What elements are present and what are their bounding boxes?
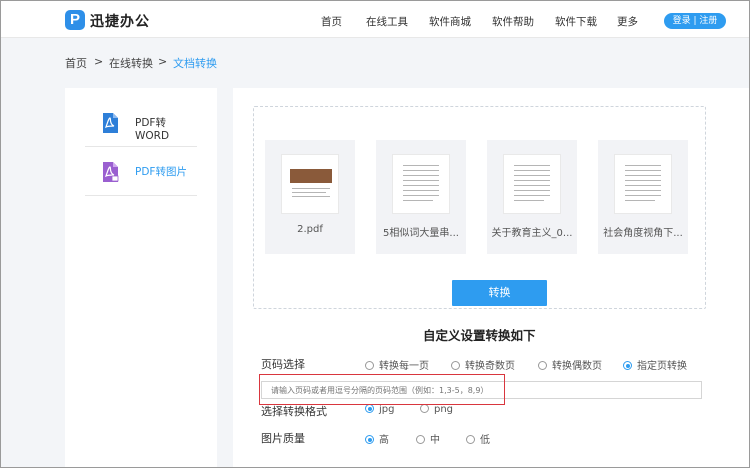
radio-quality-medium[interactable]: 中 [416,431,440,446]
nav-software-store[interactable]: 软件商城 [429,14,471,29]
radio-label: 低 [480,435,490,446]
file-card[interactable]: 5相似词大量串... [376,140,466,254]
convert-button[interactable]: 转换 [452,280,547,306]
page-select-label: 页码选择 [261,358,305,371]
radio-label: 中 [430,435,440,446]
format-label: 选择转换格式 [261,405,327,418]
radio-every-page[interactable]: 转换每一页 [365,357,429,372]
radio-circle [416,435,425,444]
main-panel: 2.pdf 5相似词大量串... 关于教育主义_0... 社会角度视角下... … [233,88,749,468]
quality-label: 图片质量 [261,432,305,445]
file-name: 2.pdf [297,224,323,235]
radio-circle [420,404,429,413]
radio-circle [365,361,374,370]
sidebar-item-label: PDF转图片 [135,166,187,178]
pdf-to-word-icon: W [101,112,119,134]
radio-quality-low[interactable]: 低 [466,431,490,446]
radio-label: jpg [379,404,395,415]
radio-circle [623,361,632,370]
sidebar-item-label: PDF转WORD [135,117,170,142]
nav-software-download[interactable]: 软件下载 [555,14,597,29]
radio-png[interactable]: png [420,404,453,415]
login-register-button[interactable]: 登录 | 注册 [664,13,726,29]
thumbnail-photo [290,169,332,183]
settings-title: 自定义设置转换如下 [423,328,536,343]
breadcrumb-home[interactable]: 首页 [65,55,87,71]
radio-circle [365,435,374,444]
page-range-input[interactable] [261,381,702,399]
file-name: 关于教育主义_0... [491,228,573,239]
breadcrumb-doc-convert: 文档转换 [173,57,217,70]
radio-odd-pages[interactable]: 转换奇数页 [451,357,515,372]
file-card[interactable]: 2.pdf [265,140,355,254]
radio-circle [365,404,374,413]
radio-label: 转换偶数页 [552,361,602,372]
breadcrumb-online-convert[interactable]: 在线转换 [109,55,153,71]
breadcrumb-separator: > [158,55,168,68]
file-card[interactable]: 关于教育主义_0... [487,140,577,254]
radio-label: 转换奇数页 [465,361,515,372]
sidebar: W PDF转WORD PDF转图片 [65,88,217,468]
radio-circle [466,435,475,444]
radio-quality-high[interactable]: 高 [365,431,389,446]
brand-logo-icon[interactable]: P [65,10,85,30]
radio-label: 指定页转换 [637,361,687,372]
radio-jpg[interactable]: jpg [365,404,394,415]
top-header: P 迅捷办公 首页 在线工具 软件商城 软件帮助 软件下载 更多 登录 | 注册 [1,1,749,38]
nav-home[interactable]: 首页 [321,14,342,29]
radio-circle [451,361,460,370]
pdf-to-image-icon [101,161,119,183]
breadcrumb-separator: > [94,55,104,68]
nav-software-help[interactable]: 软件帮助 [492,14,534,29]
file-thumbnail [503,154,561,214]
brand-name[interactable]: 迅捷办公 [90,11,150,31]
file-thumbnail [614,154,672,214]
file-dropzone[interactable]: 2.pdf 5相似词大量串... 关于教育主义_0... 社会角度视角下... … [253,106,706,309]
file-thumbnail [281,154,339,214]
radio-label: 高 [379,435,389,446]
sidebar-item-pdf-to-word[interactable]: W PDF转WORD [85,98,197,147]
file-name: 5相似词大量串... [383,228,459,239]
file-card[interactable]: 社会角度视角下... [598,140,688,254]
radio-circle [538,361,547,370]
radio-specified-pages[interactable]: 指定页转换 [623,357,687,372]
sidebar-item-pdf-to-image[interactable]: PDF转图片 [85,147,197,196]
radio-even-pages[interactable]: 转换偶数页 [538,357,602,372]
nav-more[interactable]: 更多 [617,14,638,29]
svg-text:W: W [112,129,118,134]
file-name: 社会角度视角下... [603,228,683,239]
radio-label: png [434,404,454,415]
nav-online-tools[interactable]: 在线工具 [366,14,408,29]
file-thumbnail [392,154,450,214]
radio-label: 转换每一页 [379,361,429,372]
